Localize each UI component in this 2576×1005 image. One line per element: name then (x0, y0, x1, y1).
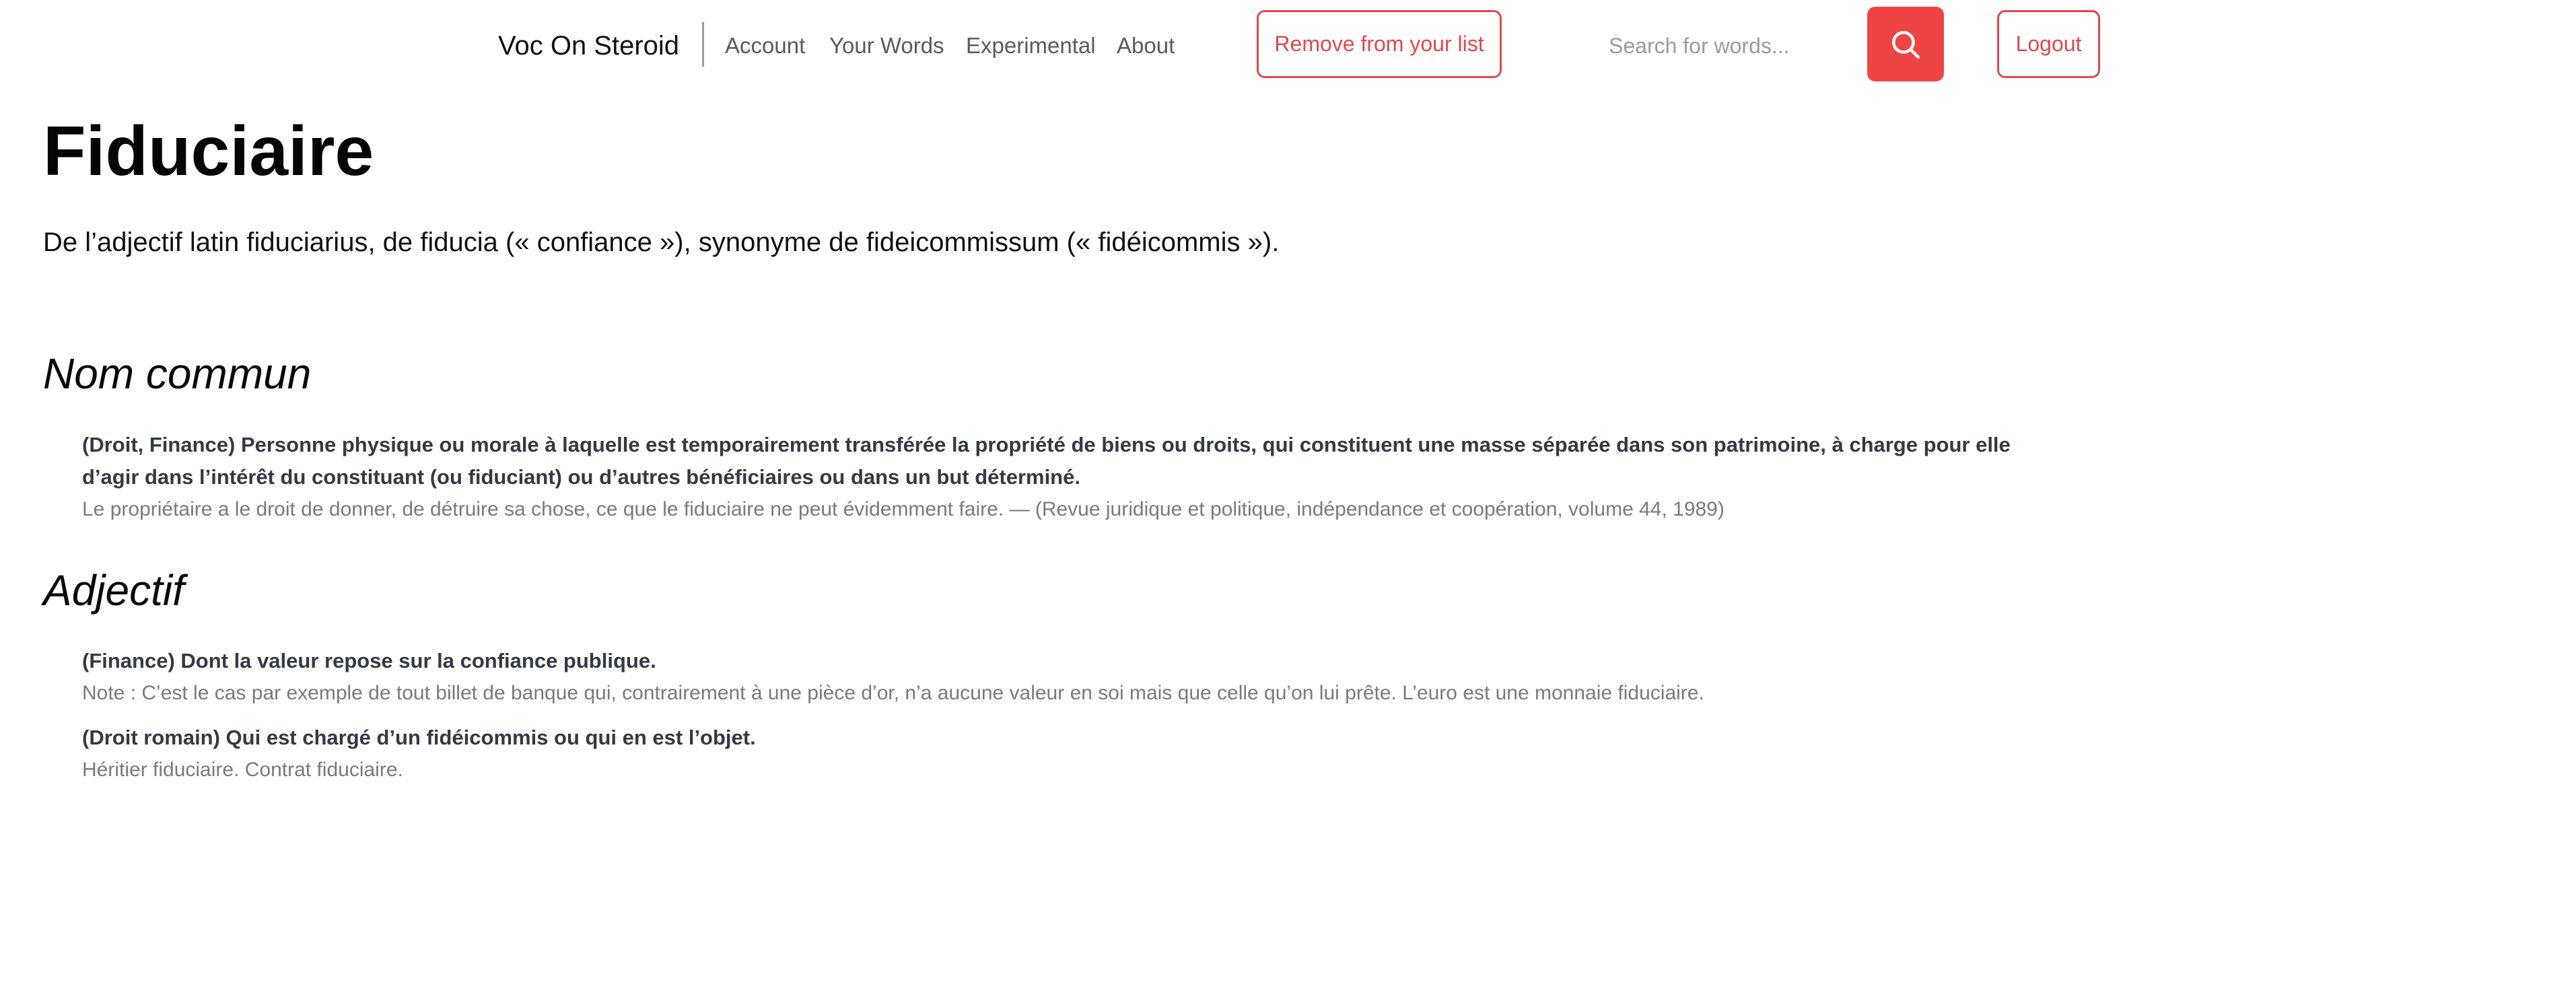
search-icon (1892, 30, 1920, 59)
logout-button[interactable]: Logout (1997, 10, 2100, 78)
top-navbar: Voc On Steroid Account Your Words Experi… (0, 0, 2576, 91)
nav-about-link[interactable]: About (1117, 28, 1175, 64)
definition-example: Héritier fiduciaire. Contrat fiduciaire. (82, 759, 403, 781)
definition-text: (Droit, Finance) Personne physique ou mo… (82, 433, 2011, 489)
definition-text: (Droit romain) Qui est chargé d’un fidéi… (82, 726, 756, 749)
nav-account-link[interactable]: Account (725, 28, 805, 64)
search-button[interactable] (1867, 7, 1944, 81)
search-input[interactable] (1599, 20, 1848, 71)
definition-example: Note : C’est le cas par exemple de tout … (82, 682, 1704, 704)
brand-link[interactable]: Voc On Steroid (498, 26, 679, 66)
definition-example: Le propriétaire a le droit de donner, de… (82, 498, 1725, 520)
pos-heading-adjectif: Adjectif (43, 566, 184, 615)
definition-text: (Finance) Dont la valeur repose sur la c… (82, 649, 656, 672)
nav-divider (702, 22, 704, 67)
nav-experimental-link[interactable]: Experimental (966, 28, 1096, 64)
etymology-text: De l’adjectif latin fiduciarius, de fidu… (43, 228, 1280, 257)
word-title: Fiduciaire (43, 112, 374, 190)
remove-from-list-button[interactable]: Remove from your list (1257, 10, 1502, 78)
nav-your-words-link[interactable]: Your Words (829, 28, 944, 64)
pos-heading-nom-commun: Nom commun (43, 349, 312, 398)
page: Voc On Steroid Account Your Words Experi… (0, 0, 2576, 1005)
